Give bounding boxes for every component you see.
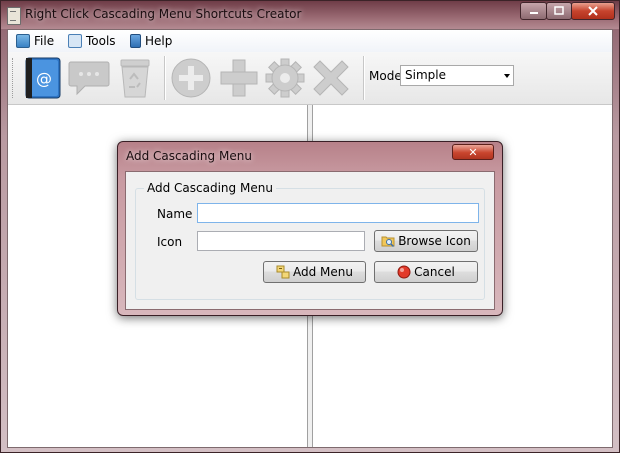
dialog-body: Add Cascading Menu Name Icon Browse Icon [125, 171, 495, 310]
add-menu-button[interactable]: Add Menu [263, 261, 366, 283]
menu-help[interactable]: Help [130, 32, 172, 50]
cancel-label: Cancel [414, 265, 455, 279]
mode-label: Mode [369, 69, 402, 83]
name-label: Name [157, 207, 193, 221]
recycle-bin-icon [120, 59, 150, 98]
add-cascading-menu-dialog: Add Cascading Menu ✕ Add Cascading Menu … [117, 141, 503, 316]
toolbar-grip[interactable] [12, 58, 16, 98]
add-button[interactable] [216, 56, 262, 100]
help-book-icon [130, 34, 141, 48]
minimize-button[interactable] [520, 2, 547, 20]
speech-bubble-icon [68, 61, 110, 96]
cancel-icon [397, 265, 411, 279]
toolbar: @ Mode Simple [8, 52, 612, 105]
close-icon [588, 6, 598, 16]
window-title: Right Click Cascading Menu Shortcuts Cre… [25, 7, 302, 21]
toolbar-separator [164, 56, 166, 100]
add-menu-icon [276, 265, 290, 279]
folder-search-icon [381, 236, 395, 248]
close-button[interactable] [571, 2, 615, 20]
name-field[interactable] [197, 203, 479, 223]
mode-select[interactable]: Simple [400, 65, 514, 86]
maximize-button[interactable] [546, 2, 572, 20]
toolbar-separator [363, 56, 365, 100]
settings-button[interactable] [262, 56, 308, 100]
menu-file-label: File [34, 34, 55, 48]
minimize-icon [529, 12, 538, 14]
maximize-icon [554, 6, 564, 15]
menu-help-label: Help [145, 34, 173, 48]
delete-button[interactable] [308, 56, 354, 100]
address-book-icon: @ [25, 57, 61, 99]
group-box-title: Add Cascading Menu [144, 181, 276, 195]
address-book-button[interactable]: @ [20, 56, 66, 100]
icon-label: Icon [157, 235, 183, 249]
app-icon [7, 7, 21, 25]
add-circle-button[interactable] [168, 56, 214, 100]
group-box: Add Cascading Menu Name Icon Browse Icon [135, 181, 485, 300]
menu-tools-label: Tools [86, 34, 116, 48]
tools-icon [68, 34, 82, 48]
comment-button[interactable] [66, 56, 112, 100]
cancel-button[interactable]: Cancel [374, 261, 478, 283]
file-icon [16, 34, 30, 48]
menu-tools[interactable]: Tools [68, 32, 116, 50]
gear-icon [265, 58, 305, 98]
svg-text:@: @ [36, 69, 52, 88]
menu-file[interactable]: File [16, 32, 54, 50]
plus-circle-icon [171, 58, 211, 98]
dialog-title: Add Cascading Menu [126, 149, 252, 163]
menu-bar: File Tools Help [8, 30, 612, 53]
icon-field[interactable] [197, 231, 365, 251]
browse-icon-button[interactable]: Browse Icon [374, 230, 478, 252]
close-icon: ✕ [468, 145, 478, 159]
recycle-bin-button[interactable] [112, 56, 158, 100]
plus-icon [220, 59, 258, 97]
browse-icon-label: Browse Icon [398, 234, 471, 248]
main-window: Right Click Cascading Menu Shortcuts Cre… [0, 0, 620, 453]
dialog-close-button[interactable]: ✕ [452, 144, 494, 160]
title-bar[interactable]: Right Click Cascading Menu Shortcuts Cre… [1, 1, 619, 29]
chevron-down-icon [504, 74, 510, 78]
x-delete-icon [313, 60, 349, 96]
add-menu-label: Add Menu [293, 265, 353, 279]
mode-select-value: Simple [405, 68, 446, 82]
